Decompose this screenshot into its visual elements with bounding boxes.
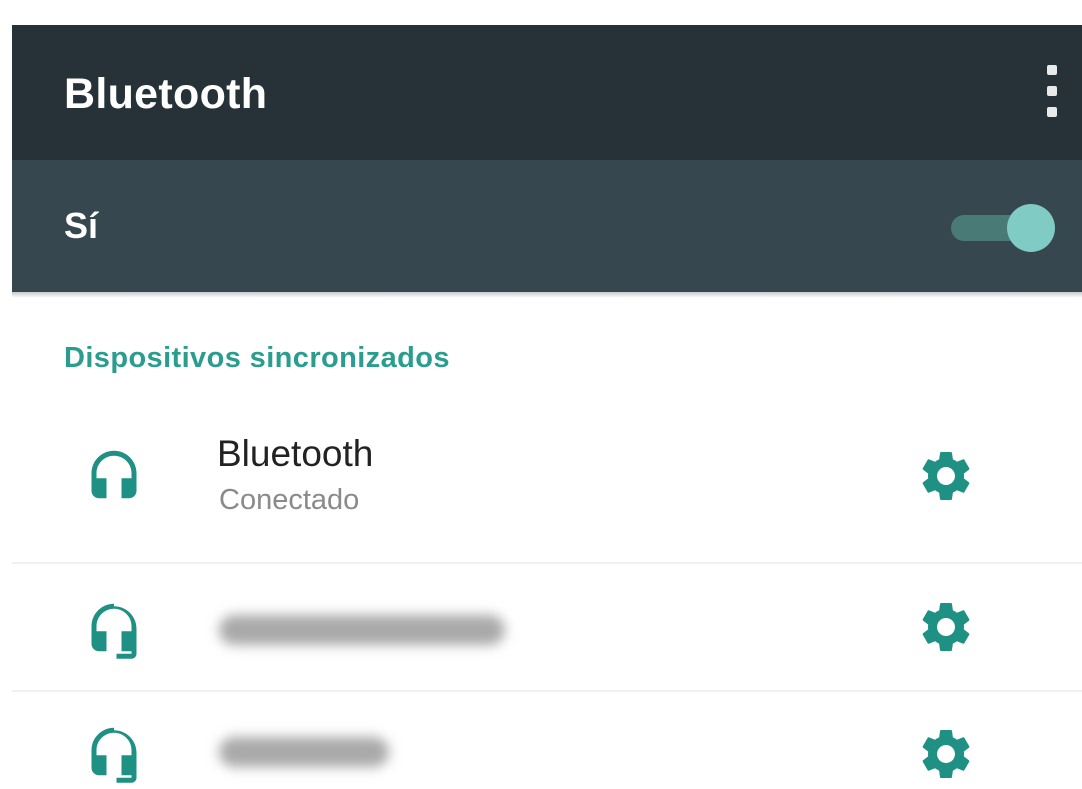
device-status: Conectado bbox=[219, 484, 360, 516]
more-vert-dot bbox=[1047, 86, 1057, 96]
paired-device-row[interactable]: Bluetooth Conectado bbox=[12, 404, 1082, 562]
gear-icon[interactable] bbox=[916, 446, 976, 506]
gear-icon[interactable] bbox=[916, 597, 976, 657]
bluetooth-toggle-row[interactable]: Sí bbox=[12, 160, 1082, 292]
redacted-device-name bbox=[219, 615, 505, 645]
headset-icon bbox=[91, 450, 137, 499]
top-margin bbox=[0, 0, 1082, 25]
device-name: Bluetooth bbox=[217, 433, 374, 474]
more-vert-icon[interactable] bbox=[1038, 63, 1066, 123]
paired-devices-header: Dispositivos sincronizados bbox=[64, 342, 450, 374]
page-title: Bluetooth bbox=[64, 70, 268, 118]
redacted-device-name bbox=[219, 737, 389, 767]
bluetooth-settings-screen: Bluetooth Sí Dispositivos sincronizados … bbox=[0, 0, 1082, 789]
app-bar-shadow bbox=[12, 292, 1082, 298]
switch-thumb bbox=[1007, 204, 1055, 252]
app-bar: Bluetooth bbox=[12, 25, 1082, 160]
paired-device-row[interactable] bbox=[12, 564, 1082, 690]
more-vert-dot bbox=[1047, 65, 1057, 75]
gear-icon[interactable] bbox=[916, 724, 976, 784]
bluetooth-switch[interactable] bbox=[945, 204, 1057, 252]
paired-device-row[interactable] bbox=[12, 692, 1082, 789]
headset-mic-icon bbox=[91, 727, 137, 783]
more-vert-dot bbox=[1047, 107, 1057, 117]
headset-mic-icon bbox=[91, 603, 137, 659]
bluetooth-state-label: Sí bbox=[64, 205, 99, 246]
